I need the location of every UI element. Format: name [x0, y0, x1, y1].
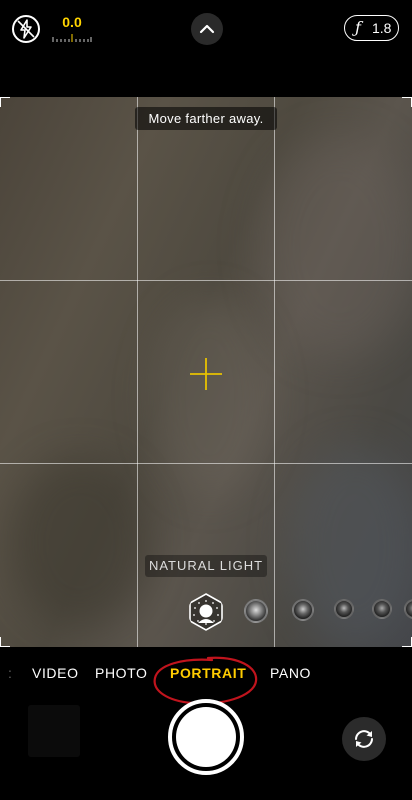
frame-corner [402, 637, 412, 647]
mode-edge-fragment: : [8, 665, 13, 681]
grid-line [0, 463, 412, 464]
contour-light-icon[interactable] [292, 599, 314, 621]
camera-flip-button[interactable] [342, 717, 386, 761]
frame-corner [0, 97, 10, 107]
photo-thumbnail[interactable] [28, 705, 80, 757]
frame-corner [402, 97, 412, 107]
natural-light-icon[interactable] [188, 593, 224, 631]
aperture-button[interactable]: ƒ 1.8 [344, 15, 399, 41]
stage-light-mono-icon[interactable] [372, 599, 392, 619]
scene-blur [10, 457, 150, 627]
grid-line [137, 97, 138, 647]
high-key-light-icon[interactable] [404, 599, 412, 619]
shutter-icon [176, 707, 236, 767]
studio-light-icon[interactable] [244, 599, 268, 623]
stage-light-icon[interactable] [334, 599, 354, 619]
exposure-value: 0.0 [62, 14, 82, 30]
distance-hint: Move farther away. [135, 107, 277, 130]
chevron-up-icon [199, 24, 215, 34]
frame-corner [0, 637, 10, 647]
scene-blur [260, 137, 412, 357]
mode-pano[interactable]: PANO [270, 665, 311, 681]
flash-off-icon [17, 19, 35, 39]
aperture-value: 1.8 [372, 20, 392, 36]
viewfinder[interactable]: Move farther away. NATURAL LIGHT [0, 97, 412, 647]
exposure-control[interactable]: 0.0 [48, 14, 96, 42]
bottom-bar: : VIDEO PHOTO PORTRAIT PANO [0, 647, 412, 800]
shutter-button[interactable] [168, 699, 244, 775]
f-stop-icon: ƒ [355, 18, 361, 37]
lighting-label: NATURAL LIGHT [145, 555, 267, 577]
flash-button[interactable] [12, 15, 40, 43]
camera-flip-icon [355, 730, 373, 748]
expand-controls-button[interactable] [191, 13, 223, 45]
grid-line [274, 97, 275, 647]
mode-video[interactable]: VIDEO [32, 665, 79, 681]
mode-selector: : VIDEO PHOTO PORTRAIT PANO [0, 656, 412, 705]
grid-line [0, 280, 412, 281]
top-bar: 0.0 ƒ 1.8 [0, 0, 412, 97]
crosshair-icon [190, 358, 222, 390]
scene-blur [150, 297, 270, 497]
exposure-scale [52, 34, 92, 42]
mode-photo[interactable]: PHOTO [95, 665, 148, 681]
